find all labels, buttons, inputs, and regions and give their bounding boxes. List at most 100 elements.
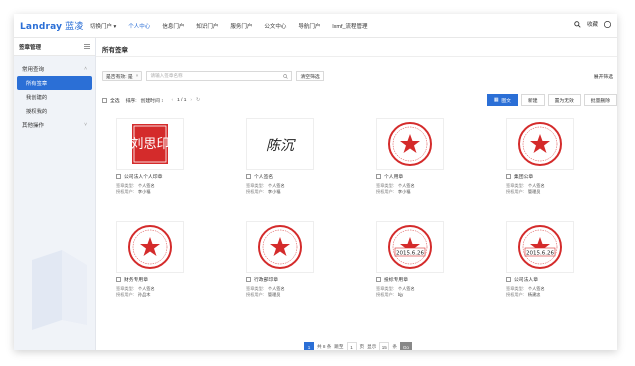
- go-button[interactable]: Go: [399, 342, 412, 350]
- sidebar-item-authorized-to-me[interactable]: 授权我的: [14, 104, 95, 118]
- nav-navigation-portal[interactable]: 导航门户: [292, 22, 326, 30]
- seal-checkbox[interactable]: [116, 277, 121, 282]
- seal-name: 个人用章: [376, 173, 494, 180]
- seal-card[interactable]: 财务专用章 签章类型: 个人签名 授权用户: 孙品木: [116, 221, 234, 298]
- seal-card[interactable]: 陈沉 个人签名 签章类型: 个人签名 授权用户: 李小福: [246, 118, 364, 195]
- seal-preview[interactable]: 2015.6.26: [506, 221, 574, 273]
- seal-date: 2015.6.26: [526, 251, 554, 257]
- size-unit: 条: [392, 344, 397, 349]
- refresh-icon[interactable]: ↻: [196, 98, 200, 103]
- seal-name: 行政部印章: [246, 276, 364, 283]
- nav-document-center[interactable]: 公文中心: [258, 22, 292, 30]
- prev-page-icon[interactable]: ‹: [171, 98, 173, 103]
- seal-preview[interactable]: 2015.6.26: [376, 221, 444, 273]
- nav-switch-portal[interactable]: 切换门户 ▾: [84, 22, 122, 30]
- search-icon[interactable]: [283, 73, 289, 79]
- batch-delete-button[interactable]: 批量删除: [583, 94, 617, 106]
- sidebar-header: 签章管理: [14, 38, 95, 56]
- view-toggle-button[interactable]: ▦ 图文: [486, 94, 518, 106]
- seal-name-text: 投标专用章: [384, 278, 408, 283]
- search-input[interactable]: 请输入签章名称: [146, 71, 293, 81]
- seal-card[interactable]: 2015.6.26 投标专用章 签章类型: 个人签名 授权用户: bjy: [376, 221, 494, 298]
- seal-checkbox[interactable]: [116, 174, 121, 179]
- sidebar-group-common[interactable]: 常用查询 ˄: [14, 62, 95, 76]
- filter-chip-label: 是否有效: 是: [106, 74, 133, 80]
- type-label: 签章类型:: [246, 183, 264, 188]
- filter-chip-valid[interactable]: 是否有效: 是 ×: [102, 71, 143, 81]
- user-label: 授权用户:: [506, 189, 524, 194]
- app-window: Landray 蓝凌 切换门户 ▾ 个人中心 信息门户 知识门户 服务门户 公文中…: [14, 14, 617, 350]
- show-label: 显示: [367, 344, 377, 349]
- seal-image: 2015.6.26: [388, 225, 432, 269]
- nav-personal-center[interactable]: 个人中心: [122, 22, 156, 30]
- type-label: 签章类型:: [506, 183, 524, 188]
- seal-preview[interactable]: [506, 118, 574, 170]
- user-label: 授权用户:: [246, 189, 264, 194]
- user-label: 授权用户:: [376, 292, 394, 297]
- seal-image: [518, 122, 562, 166]
- seal-card[interactable]: 刘思印 公司法人个人印章 签章类型: 个人签名 授权用户: 李小福: [116, 118, 234, 195]
- search-icon[interactable]: [574, 20, 581, 28]
- nav-info-portal[interactable]: 信息门户: [156, 22, 190, 30]
- nav-process-mgmt[interactable]: lxmf_流程管理: [326, 22, 373, 30]
- sort-created-time[interactable]: 创建时间 ↕: [141, 97, 164, 104]
- page-unit: 页: [359, 344, 365, 349]
- page-jump-input[interactable]: 1: [346, 342, 357, 350]
- favorites-link[interactable]: 收藏: [587, 20, 598, 28]
- nav-service-portal[interactable]: 服务门户: [224, 22, 258, 30]
- nav-knowledge-portal[interactable]: 知识门户: [190, 22, 224, 30]
- seal-card[interactable]: 行政部印章签章类型: 个人签名 授权用户: 管理员: [246, 221, 364, 298]
- sidebar-group-label: 其他操作: [22, 123, 45, 129]
- view-label: 图文: [501, 98, 511, 104]
- close-icon[interactable]: ×: [136, 74, 139, 79]
- seal-name-text: 公司法人个人印章: [124, 175, 163, 180]
- set-invalid-button[interactable]: 置为无效: [547, 94, 581, 106]
- select-all-checkbox[interactable]: [102, 97, 107, 103]
- next-page-icon[interactable]: ›: [190, 98, 192, 103]
- seal-checkbox[interactable]: [246, 174, 251, 179]
- seal-meta: 签章类型: 个人签名 授权用户: 管理员: [246, 286, 364, 298]
- seal-card[interactable]: 个人用章 签章类型: 个人签名 授权用户: 李小福: [376, 118, 494, 195]
- divider: [96, 56, 617, 57]
- new-button[interactable]: 新建: [520, 94, 545, 106]
- seal-card[interactable]: 集团公章 签章类型: 个人签名 授权用户: 管理员: [506, 118, 617, 195]
- logo: Landray 蓝凌: [20, 19, 84, 32]
- sidebar: 签章管理 常用查询 ˄ 所有签章 我创建的 授权我的 其他操作 ˅: [14, 38, 96, 350]
- page-button-1[interactable]: 1: [304, 342, 314, 350]
- user-avatar-icon[interactable]: [604, 20, 611, 28]
- type-label: 签章类型:: [246, 286, 264, 291]
- total-count: 共 8 条: [317, 344, 332, 349]
- type-label: 签章类型:: [116, 286, 134, 291]
- main-content: 所有签章 是否有效: 是 × 请输入签章名称 清空筛选 展开筛选 全选 排序: 创…: [96, 38, 617, 350]
- collapse-menu-icon[interactable]: [84, 44, 90, 49]
- seal-text: 刘思印: [130, 137, 169, 152]
- chevron-up-icon: ˄: [84, 66, 87, 72]
- seal-card[interactable]: 2015.6.26 公司法人章 签章类型: 个人签名 授权用户: 杨建忠: [506, 221, 617, 298]
- expand-filter-link[interactable]: 展开筛选: [594, 73, 613, 80]
- seal-preview[interactable]: [246, 221, 314, 273]
- sidebar-group-other[interactable]: 其他操作 ˅: [14, 118, 95, 132]
- list-toolbar: 全选 排序: 创建时间 ↕ ‹ 1 / 1 › ↻ ▦ 图文 新建 置为无效 批量…: [102, 94, 617, 106]
- seal-name: 财务专用章: [116, 276, 234, 283]
- clear-filter-button[interactable]: 清空筛选: [296, 71, 324, 81]
- seal-preview[interactable]: [116, 221, 184, 273]
- sidebar-item-all-seals[interactable]: 所有签章: [17, 76, 92, 90]
- seal-checkbox[interactable]: [376, 174, 381, 179]
- sidebar-item-created-by-me[interactable]: 我创建的: [14, 90, 95, 104]
- seal-checkbox[interactable]: [246, 277, 251, 282]
- seal-image: [258, 225, 302, 269]
- page-size-input[interactable]: 15: [379, 342, 390, 350]
- seal-preview[interactable]: 陈沉: [246, 118, 314, 170]
- seal-image: [128, 225, 172, 269]
- signature-text: 陈沉: [266, 138, 296, 154]
- user-value: 李小福: [397, 189, 411, 194]
- type-value: 个人签名: [527, 286, 545, 291]
- sidebar-title: 签章管理: [19, 44, 42, 51]
- seal-checkbox[interactable]: [376, 277, 381, 282]
- seal-checkbox[interactable]: [506, 174, 511, 179]
- seal-checkbox[interactable]: [506, 277, 511, 282]
- type-label: 签章类型:: [376, 183, 394, 188]
- seal-preview[interactable]: [376, 118, 444, 170]
- seal-name: 投标专用章: [376, 276, 494, 283]
- seal-preview[interactable]: 刘思印: [116, 118, 184, 170]
